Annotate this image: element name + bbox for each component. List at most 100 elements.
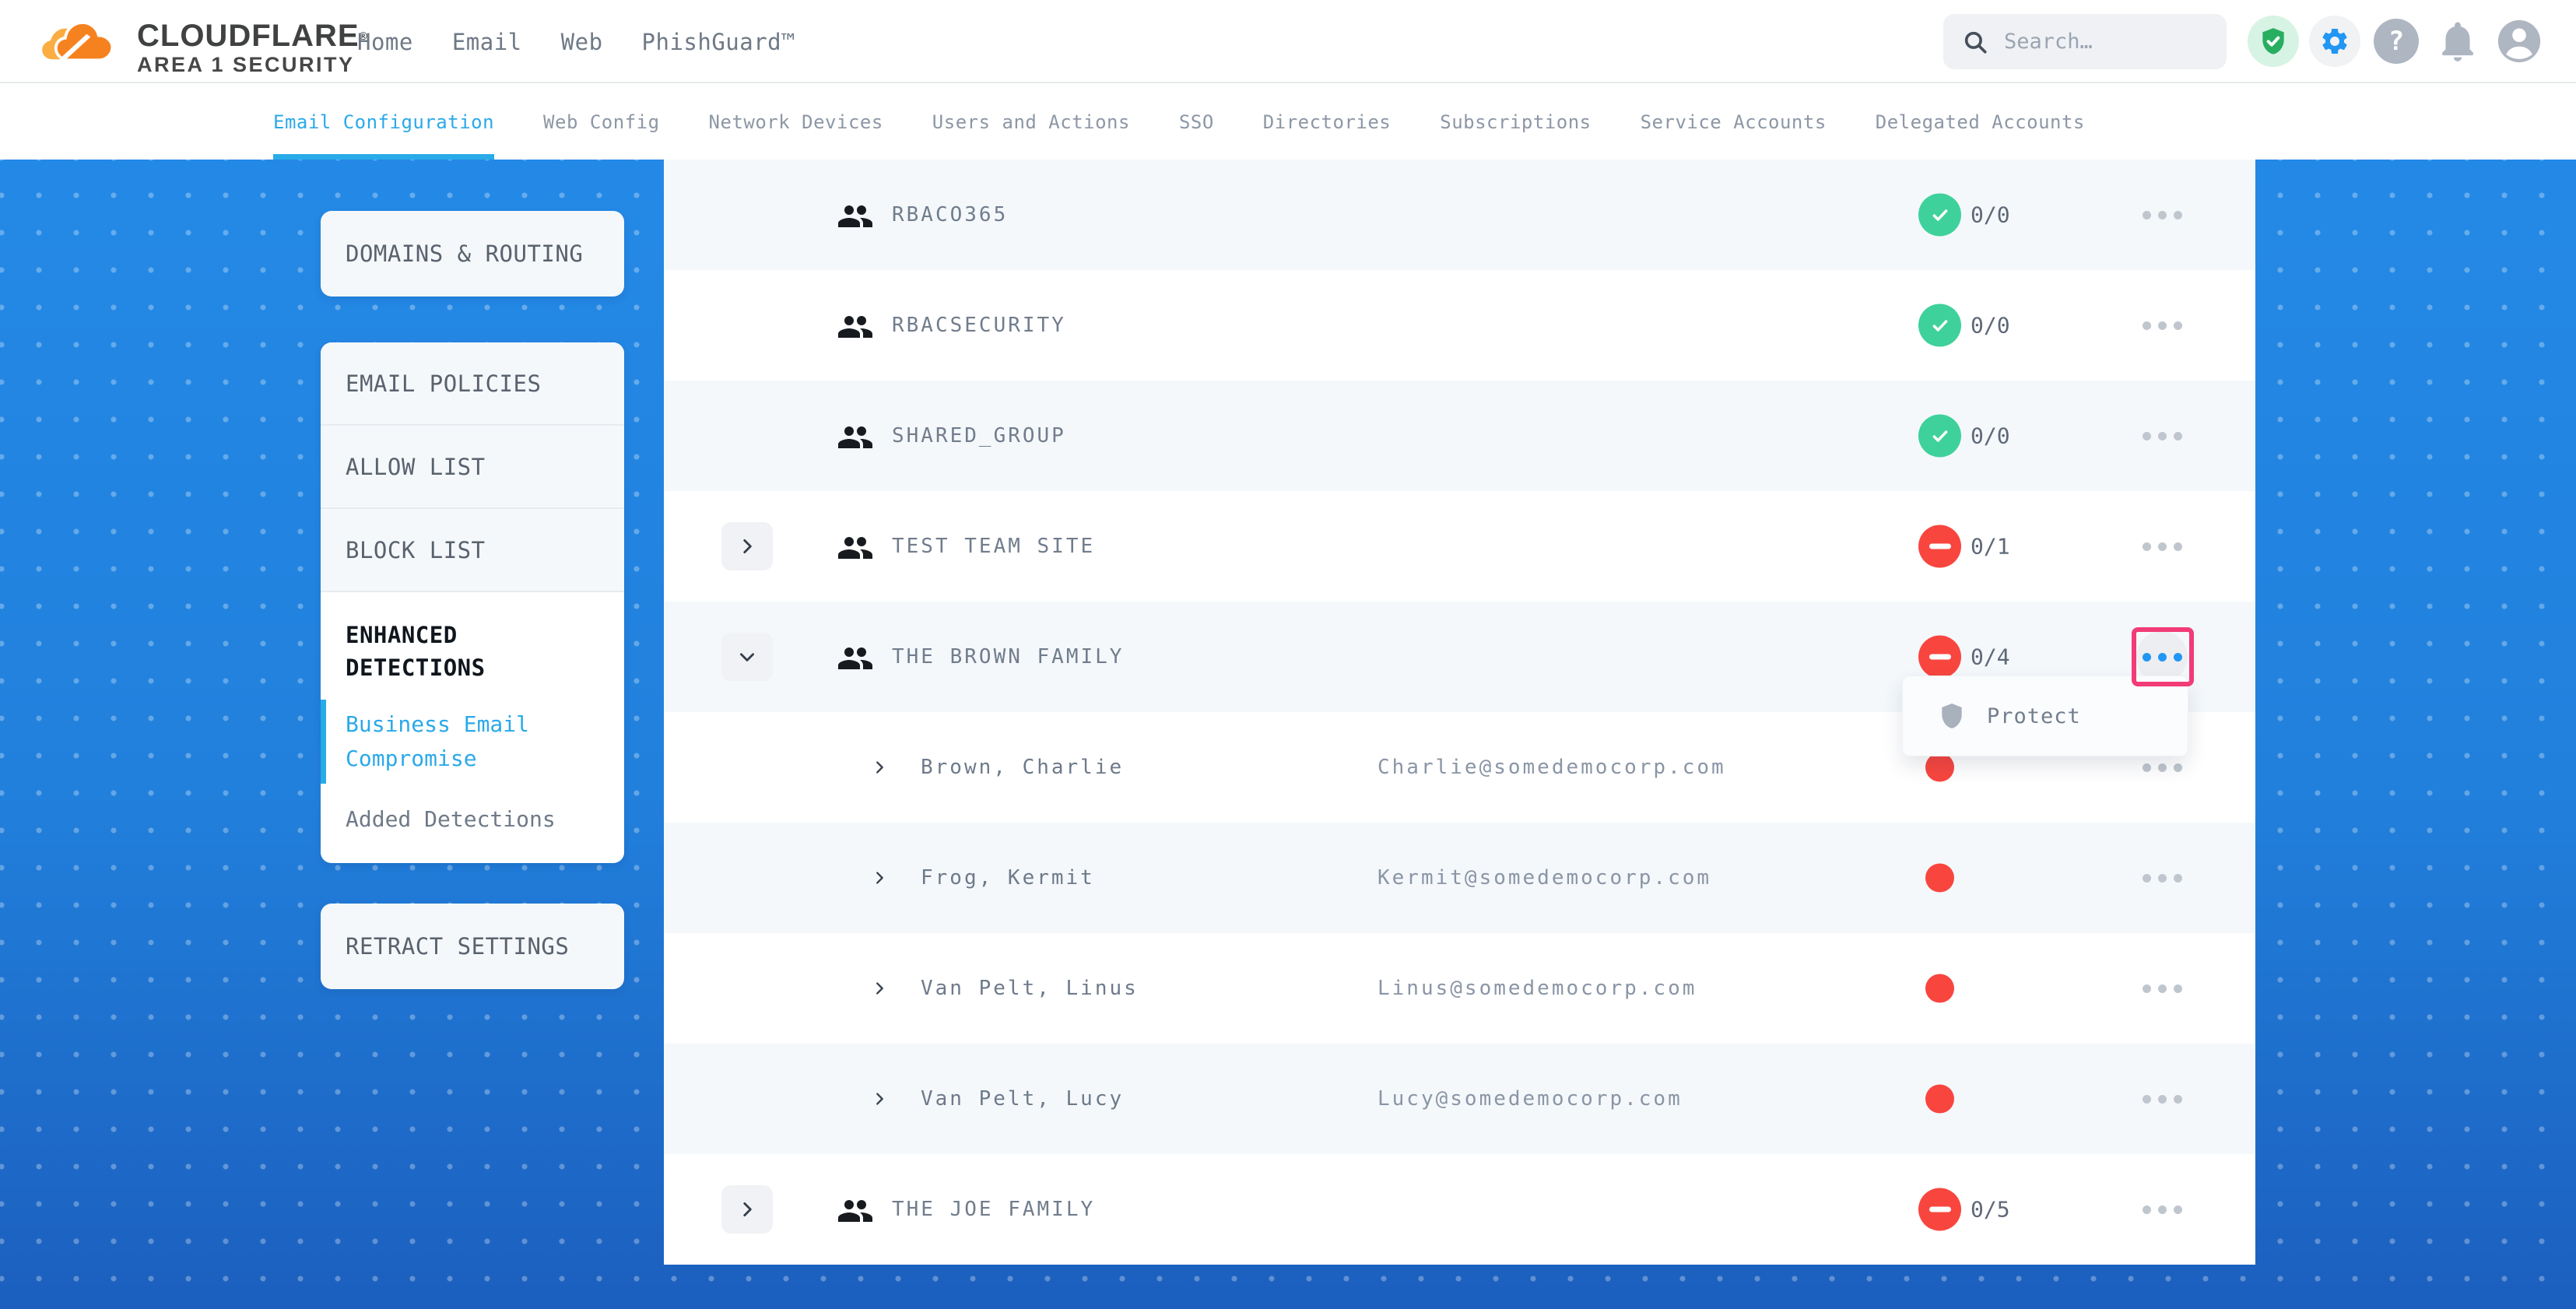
status-unprotected-dot <box>1925 974 1954 1003</box>
cloudflare-cloud-icon <box>40 6 126 75</box>
nav-link-web[interactable]: Web <box>561 29 603 55</box>
status-unprotected-badge <box>1918 636 1961 679</box>
group-icon <box>837 640 874 674</box>
tab-delegated-accounts[interactable]: Delegated Accounts <box>1876 85 2085 160</box>
tab-web-config[interactable]: Web Config <box>543 85 660 160</box>
sidebar-item-domains-routing[interactable]: DOMAINS & ROUTING <box>321 211 624 297</box>
sidebar-item-block-list[interactable]: BLOCK LIST <box>321 509 624 592</box>
group-name: RBACSECURITY <box>892 314 1066 337</box>
protected-count: 0/0 <box>1971 313 2010 339</box>
group-icon <box>837 529 874 563</box>
group-name: SHARED_GROUP <box>892 424 1066 447</box>
row-overflow-menu-button[interactable] <box>2136 852 2188 904</box>
status-unprotected-dot <box>1925 753 1954 782</box>
sidebar-item-added-detections[interactable]: Added Detections <box>321 799 624 840</box>
row-overflow-menu-button[interactable] <box>2136 300 2188 351</box>
row-overflow-menu-button[interactable] <box>2136 963 2188 1014</box>
status-unprotected-dot <box>1925 864 1954 893</box>
minus-icon <box>1929 654 1951 660</box>
shield-check-icon[interactable] <box>2248 16 2299 67</box>
sidebar-item-allow-list[interactable]: ALLOW LIST <box>321 426 624 509</box>
brand-name: CLOUDFLARE® <box>137 20 368 51</box>
config-tabbar: Email Configuration Web Config Network Dev… <box>0 85 2576 160</box>
group-name: THE BROWN FAMILY <box>892 645 1124 669</box>
group-row: SHARED_GROUP 0/0 <box>664 381 2255 491</box>
brand-subtitle: AREA 1 SECURITY <box>137 51 368 78</box>
settings-gear-icon[interactable] <box>2309 16 2360 67</box>
tab-directories[interactable]: Directories <box>1263 85 1391 160</box>
member-email: Kermit@somedemocorp.com <box>1377 866 1711 890</box>
nav-link-email[interactable]: Email <box>452 29 522 55</box>
group-row: RBACSECURITY 0/0 <box>664 270 2255 381</box>
search-input[interactable] <box>2004 30 2208 54</box>
header-nav: Home Email Web PhishGuard™ <box>357 0 795 83</box>
cloudflare-logo[interactable]: CLOUDFLARE® AREA 1 SECURITY <box>40 6 368 78</box>
nav-link-phishguard[interactable]: PhishGuard™ <box>642 29 796 55</box>
group-name: TEST TEAM SITE <box>892 535 1095 558</box>
group-row: TEST TEAM SITE 0/1 <box>664 491 2255 602</box>
app-window: CLOUDFLARE® AREA 1 SECURITY Home Email Web… <box>0 0 2576 1309</box>
minus-icon <box>1929 544 1951 549</box>
sidebar-item-enhanced-detections[interactable]: ENHANCED DETECTIONS <box>346 619 579 684</box>
collapse-group-button[interactable] <box>721 633 773 681</box>
status-protected-badge <box>1918 194 1961 237</box>
protected-count: 0/5 <box>1971 1197 2010 1223</box>
status-protected-badge <box>1918 415 1961 458</box>
tab-email-configuration[interactable]: Email Configuration <box>273 85 494 160</box>
notifications-bell-icon[interactable] <box>2432 16 2483 67</box>
member-row: Van Pelt, Lucy Lucy@somedemocorp.com <box>664 1044 2255 1154</box>
protect-menu-item[interactable]: Protect <box>1987 704 2081 728</box>
row-overflow-menu-button[interactable] <box>2136 1184 2188 1235</box>
status-unprotected-badge <box>1918 1188 1961 1231</box>
header-icon-row: ? <box>2248 16 2545 67</box>
row-overflow-menu-button[interactable] <box>2136 189 2188 240</box>
help-icon[interactable]: ? <box>2371 16 2422 67</box>
member-chevron-icon[interactable] <box>871 869 888 886</box>
group-icon <box>837 198 874 232</box>
member-name: Brown, Charlie <box>921 756 1124 779</box>
member-row: Van Pelt, Linus Linus@somedemocorp.com <box>664 933 2255 1044</box>
row-overflow-menu-button[interactable] <box>2136 521 2188 572</box>
status-unprotected-badge <box>1918 525 1961 568</box>
sidebar-item-email-policies[interactable]: EMAIL POLICIES <box>321 342 624 426</box>
group-name: RBACO365 <box>892 203 1008 226</box>
tab-users-and-actions[interactable]: Users and Actions <box>932 85 1130 160</box>
row-overflow-menu-button[interactable] <box>2136 410 2188 461</box>
member-email: Charlie@somedemocorp.com <box>1377 756 1726 779</box>
tab-sso[interactable]: SSO <box>1179 85 1214 160</box>
member-name: Van Pelt, Lucy <box>921 1087 1124 1111</box>
search-box[interactable] <box>1943 14 2227 69</box>
member-name: Van Pelt, Linus <box>921 977 1139 1000</box>
tab-network-devices[interactable]: Network Devices <box>709 85 883 160</box>
group-icon <box>837 419 874 453</box>
minus-icon <box>1929 1207 1951 1212</box>
member-row: Frog, KermitKermit@somedemocorp.com <box>664 823 2255 933</box>
member-chevron-icon[interactable] <box>871 1090 888 1107</box>
sidebar-item-business-email-compromise[interactable]: Business Email Compromise <box>321 704 624 779</box>
context-menu-protect[interactable]: Protect <box>1902 676 2188 756</box>
row-overflow-menu-button[interactable] <box>2136 1073 2188 1125</box>
member-chevron-icon[interactable] <box>871 759 888 776</box>
protected-count: 0/4 <box>1971 644 2010 670</box>
tab-subscriptions[interactable]: Subscriptions <box>1440 85 1591 160</box>
top-header: CLOUDFLARE® AREA 1 SECURITY Home Email Web… <box>0 0 2576 83</box>
sidebar-item-retract-settings[interactable]: RETRACT SETTINGS <box>321 904 624 989</box>
group-row: RBACO3650/0 <box>664 160 2255 270</box>
tab-service-accounts[interactable]: Service Accounts <box>1641 85 1827 160</box>
content-area: DOMAINS & ROUTING EMAIL POLICIESALLOW LI… <box>0 160 2576 1309</box>
group-row: THE JOE FAMILY 0/5 <box>664 1154 2255 1265</box>
expand-group-button[interactable] <box>721 522 773 570</box>
group-name: THE JOE FAMILY <box>892 1198 1095 1221</box>
account-icon[interactable] <box>2494 16 2545 67</box>
sidebar-policies-card: EMAIL POLICIESALLOW LISTBLOCK LIST ENHAN… <box>321 342 624 863</box>
status-unprotected-dot <box>1925 1085 1954 1114</box>
member-email: Linus@somedemocorp.com <box>1377 977 1697 1000</box>
protected-count: 0/1 <box>1971 534 2010 560</box>
nav-link-home[interactable]: Home <box>357 29 413 55</box>
expand-group-button[interactable] <box>721 1185 773 1234</box>
member-email: Lucy@somedemocorp.com <box>1377 1087 1683 1111</box>
member-chevron-icon[interactable] <box>871 980 888 997</box>
protected-count: 0/0 <box>1971 423 2010 449</box>
group-icon <box>837 308 874 342</box>
group-icon <box>837 1192 874 1227</box>
